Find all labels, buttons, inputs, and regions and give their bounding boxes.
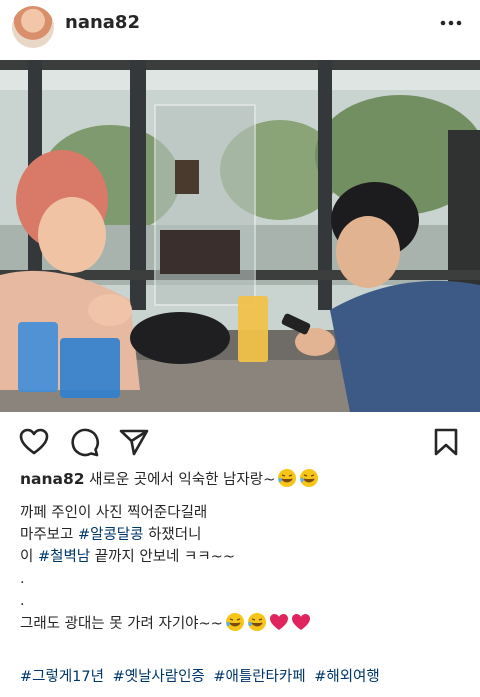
cafe-photo-illustration <box>0 60 480 412</box>
more-options-icon[interactable] <box>438 13 464 33</box>
caption-text: 끝까지 안보네 ㅋㅋ~~ <box>90 549 235 565</box>
caption-line: 그래도 광대는 못 가려 자기야~~ <box>20 612 470 634</box>
rofl-emoji-icon <box>300 469 319 487</box>
caption-dot: . <box>20 571 25 587</box>
bookmark-icon[interactable] <box>430 426 462 458</box>
post-username[interactable]: nana82 <box>65 12 140 33</box>
hashtag-link[interactable]: #그렇게17년 <box>20 669 104 685</box>
action-bar <box>0 422 480 462</box>
rofl-emoji-icon <box>247 613 266 631</box>
heart-outline-icon[interactable] <box>18 426 50 458</box>
caption-text: 새로운 곳에서 익숙한 남자랑~ <box>89 472 276 488</box>
caption-line: 이 #철벽남 끝까지 안보네 ㅋㅋ~~ <box>20 546 470 568</box>
post-photo[interactable] <box>0 60 480 412</box>
rofl-emoji-icon <box>278 469 297 487</box>
hashtag-link[interactable]: #철벽남 <box>38 549 90 565</box>
caption-line: 까페 주인이 사진 찍어준다길래 <box>20 505 208 521</box>
hashtag-link[interactable]: #애틀란타카페 <box>213 669 305 685</box>
caption-text: 이 <box>20 549 38 565</box>
caption-dot: . <box>20 593 25 609</box>
red-heart-emoji-icon <box>291 614 310 630</box>
profile-avatar[interactable] <box>12 6 54 48</box>
caption-line: 마주보고 #알콩달콩 하쟀더니 <box>20 524 470 546</box>
rofl-emoji-icon <box>225 613 244 631</box>
hashtag-link[interactable]: #알콩달콩 <box>78 527 144 543</box>
caption-first-line: nana82 새로운 곳에서 익숙한 남자랑~ <box>20 468 470 490</box>
paper-plane-icon[interactable] <box>118 426 150 458</box>
post-caption: nana82 새로운 곳에서 익숙한 남자랑~ 까페 주인이 사진 찍어준다길래… <box>20 468 470 634</box>
caption-text: 그래도 광대는 못 가려 자기야~~ <box>20 616 223 632</box>
comment-bubble-icon[interactable] <box>68 426 100 458</box>
post-header: nana82 <box>0 0 480 52</box>
hashtag-list: #그렇게17년 #옛날사람인증 #애틀란타카페 #해외여행 <box>20 665 384 686</box>
hashtag-link[interactable]: #해외여행 <box>314 669 380 685</box>
caption-text: 마주보고 <box>20 527 78 543</box>
hashtag-link[interactable]: #옛날사람인증 <box>113 669 205 685</box>
caption-username[interactable]: nana82 <box>20 470 85 488</box>
red-heart-emoji-icon <box>269 614 288 630</box>
caption-text: 하쟀더니 <box>143 527 202 543</box>
